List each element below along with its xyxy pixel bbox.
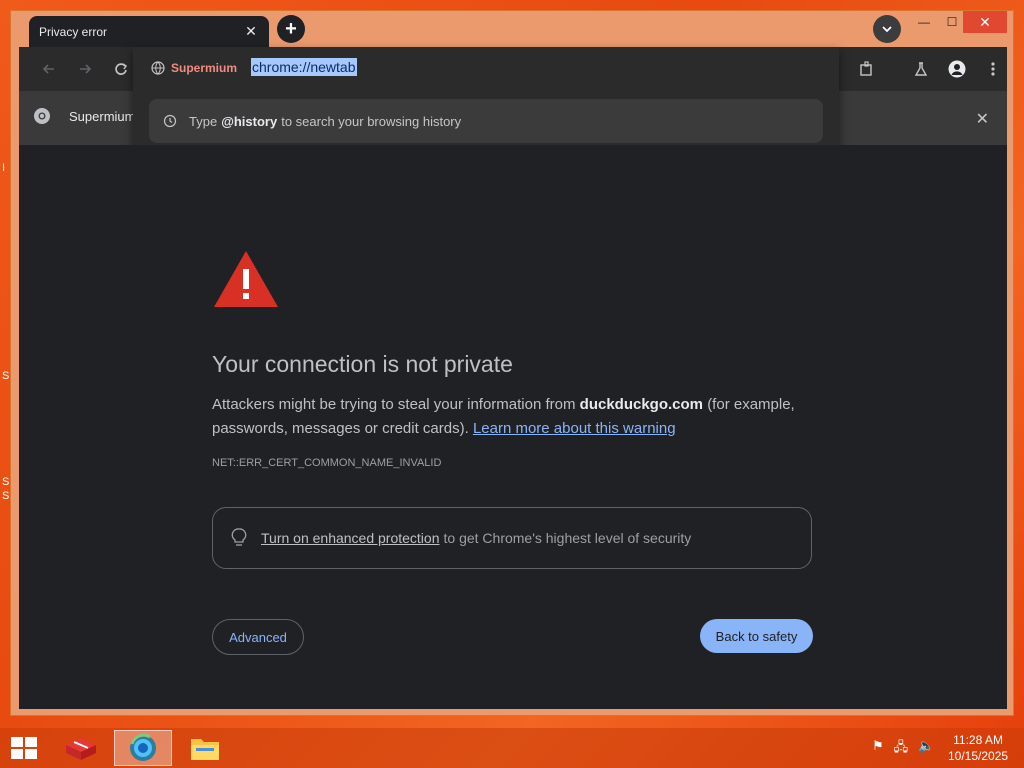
new-tab-button[interactable]: + <box>277 15 305 43</box>
advanced-button[interactable]: Advanced <box>212 619 304 655</box>
browser-window: Privacy error ✕ + — ☐ ✕ Supermium ✕ Supe… <box>10 10 1014 716</box>
tab-search-button[interactable] <box>873 15 901 43</box>
back-to-safety-button[interactable]: Back to safety <box>700 619 813 653</box>
windows-start-icon[interactable] <box>10 736 38 760</box>
enhanced-protection-link[interactable]: Turn on enhanced protection <box>261 530 440 546</box>
minimize-button[interactable]: — <box>909 11 939 33</box>
history-icon <box>163 114 177 128</box>
forward-icon[interactable] <box>75 59 95 79</box>
chevron-down-icon <box>882 26 892 33</box>
globe-icon <box>151 61 165 75</box>
flag-icon[interactable]: ⚑ <box>872 738 884 760</box>
close-icon[interactable]: ✕ <box>243 23 259 40</box>
tab-strip: Privacy error ✕ + — ☐ ✕ <box>11 11 1013 47</box>
domain-name: duckduckgo.com <box>579 396 704 413</box>
page-title: Your connection is not private <box>212 351 513 377</box>
omnibox-dropdown: Supermium chrome://newtab Type @history … <box>133 47 839 159</box>
learn-more-link[interactable]: Learn more about this warning <box>473 420 676 437</box>
taskbar-app-browser[interactable] <box>114 730 172 766</box>
body-text: Attackers might be trying to steal your … <box>212 396 576 413</box>
taskbar-app-explorer[interactable] <box>176 730 234 766</box>
desktop-edge-text: S <box>2 490 10 502</box>
chrome-icon <box>34 108 50 124</box>
menu-icon[interactable] <box>983 59 1003 79</box>
close-window-button[interactable]: ✕ <box>963 11 1007 33</box>
back-icon[interactable] <box>39 59 59 79</box>
bookmark-supermium[interactable]: Supermium <box>33 107 135 125</box>
tab-privacy-error[interactable]: Privacy error ✕ <box>29 16 269 47</box>
taskbar-app-package[interactable] <box>52 730 110 766</box>
desktop-edge-text: S <box>2 370 10 382</box>
network-icon[interactable]: 🖧 <box>894 738 909 760</box>
site-chip[interactable]: Supermium <box>151 61 237 75</box>
taskbar: ⚑ 🖧 🔈 11:28 AM 10/15/2025 <box>0 728 1024 768</box>
close-icon[interactable]: ✕ <box>976 109 989 129</box>
suggestion-keyword: @history <box>221 113 278 129</box>
extensions-icon[interactable] <box>857 59 877 79</box>
clock-date: 10/15/2025 <box>948 749 1009 763</box>
error-description: Attackers might be trying to steal your … <box>212 393 812 441</box>
bookmark-label: Supermium <box>69 108 136 124</box>
address-input[interactable]: chrome://newtab <box>251 58 357 76</box>
folder-icon <box>191 739 219 760</box>
volume-icon[interactable]: 🔈 <box>918 738 934 760</box>
browser-icon <box>130 733 156 761</box>
lightbulb-icon <box>231 528 247 546</box>
labs-icon[interactable] <box>911 59 931 79</box>
error-page: Your connection is not private Attackers… <box>19 145 1007 709</box>
enhanced-protection-box: Turn on enhanced protection to get Chrom… <box>212 507 812 569</box>
warning-icon <box>214 251 278 307</box>
desktop-edge-text: S <box>2 476 10 488</box>
desktop-edge-text: I <box>2 162 6 174</box>
error-code: NET::ERR_CERT_COMMON_NAME_INVALID <box>212 457 442 469</box>
suggestion-suffix: to search your browsing history <box>281 113 462 129</box>
history-suggestion[interactable]: Type @history to search your browsing hi… <box>149 99 823 143</box>
suggestion-prefix: Type <box>189 113 218 129</box>
reload-icon[interactable] <box>111 59 131 79</box>
protection-text: to get Chrome's highest level of securit… <box>443 530 692 546</box>
package-icon <box>66 738 96 760</box>
tab-title: Privacy error <box>39 24 108 39</box>
site-label: Supermium <box>171 61 238 75</box>
profile-icon[interactable] <box>947 59 967 79</box>
clock-time: 11:28 AM <box>953 733 1003 747</box>
system-tray: ⚑ 🖧 🔈 <box>872 738 934 760</box>
clock[interactable]: 11:28 AM 10/15/2025 <box>948 732 1008 764</box>
